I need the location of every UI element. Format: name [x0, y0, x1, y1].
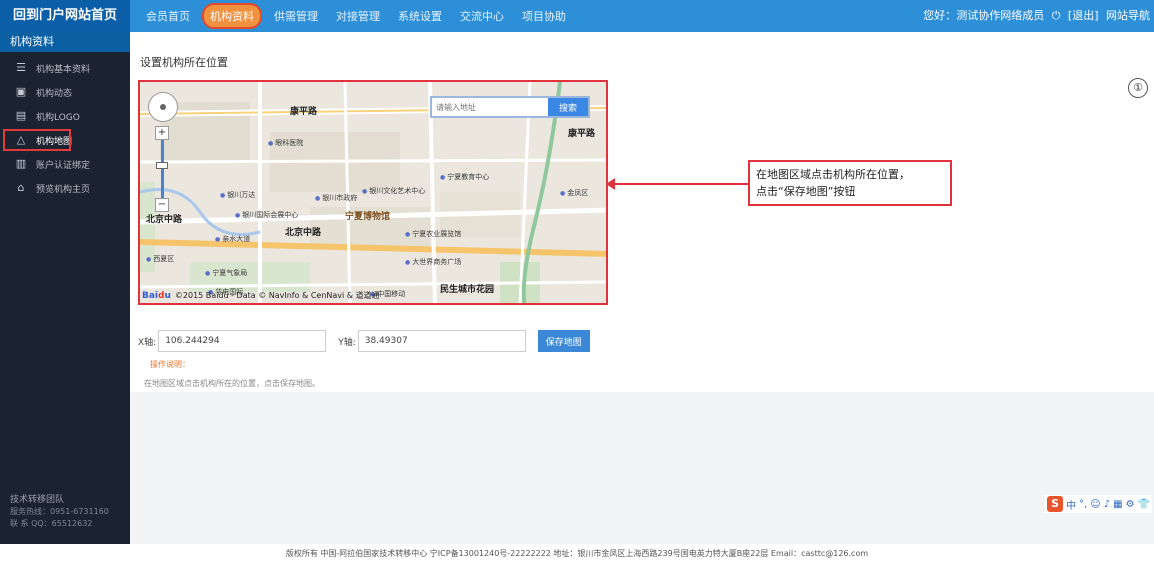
sidebar: 机构资料 ☰ 机构基本资料 ▣ 机构动态 ▤ 机构LOGO △ 机构地图 ▥ 账… — [0, 32, 130, 544]
map-settings-panel: 设置机构所在位置 ① 康平路 北京中路 康平路 北京中路 宁夏博物馆 民生城市花… — [130, 32, 1154, 392]
image-icon: ▤ — [15, 109, 27, 122]
map-poi: 宁夏农业展览馆 — [405, 229, 461, 239]
contact-qq: 联 系 QQ：65512632 — [10, 519, 93, 528]
coordinate-form: X轴: Y轴: 保存地图 — [138, 330, 590, 352]
y-coordinate-input[interactable] — [357, 330, 526, 352]
nav-project-assist[interactable]: 项目协助 — [516, 5, 572, 27]
map-search-button[interactable]: 搜索 — [548, 98, 588, 116]
sidebar-item-map[interactable]: △ 机构地图 — [2, 128, 72, 152]
map-road-label: 康平路 — [568, 129, 596, 139]
nav-exchange-center[interactable]: 交流中心 — [454, 5, 510, 27]
sidebar-item-label: 预览机构主页 — [36, 184, 91, 195]
sidebar-contact: 技术转移团队 服务热线：0951-6731160 联 系 QQ：65512632 — [0, 488, 130, 536]
main-content: 设置机构所在位置 ① 康平路 北京中路 康平路 北京中路 宁夏博物馆 民生城市花… — [130, 32, 1154, 544]
greeting-text: 您好：测试协作网络成员 — [923, 9, 1045, 22]
sidebar-item-basic-info[interactable]: ☰ 机构基本资料 — [0, 56, 130, 80]
home-icon: ⌂ — [17, 181, 25, 194]
map-zoom-slider[interactable] — [161, 140, 164, 198]
callout-line: 点击“保存地图”按钮 — [756, 185, 856, 198]
baidu-map[interactable]: 康平路 北京中路 康平路 北京中路 宁夏博物馆 民生城市花园 银川万达 宁夏教育… — [138, 80, 608, 305]
sidebar-item-logo[interactable]: ▤ 机构LOGO — [0, 104, 130, 128]
power-icon: ⏻ — [1051, 9, 1061, 22]
contact-title: 技术转移团队 — [10, 495, 65, 505]
page-title: 设置机构所在位置 — [140, 56, 228, 69]
y-axis-label: Y轴: — [338, 337, 356, 348]
map-area-label: 宁夏博物馆 — [345, 212, 391, 222]
logout-link[interactable]: [退出] — [1068, 9, 1099, 22]
top-bar: 回到门户网站首页 会员首页 机构资料 供需管理 对接管理 系统设置 交流中心 项… — [0, 0, 1154, 32]
sogou-logo-icon[interactable]: S — [1047, 496, 1064, 512]
help-button[interactable]: ① — [1128, 78, 1148, 98]
map-road-label: 北京中路 — [285, 228, 322, 238]
x-coordinate-input[interactable] — [158, 330, 327, 352]
ime-punctuation-icon[interactable]: °, — [1079, 499, 1087, 510]
sidebar-item-news[interactable]: ▣ 机构动态 — [0, 80, 130, 104]
ime-chinese-icon[interactable]: 中 — [1066, 497, 1076, 512]
sidebar-item-label: 机构基本资料 — [36, 64, 91, 75]
map-zoom-in-button[interactable]: + — [155, 126, 169, 140]
map-poi: 大世界商务广场 — [405, 257, 461, 267]
sidebar-item-label: 账户认证绑定 — [36, 160, 91, 171]
portal-home-link[interactable]: 回到门户网站首页 — [0, 0, 130, 32]
x-axis-label: X轴: — [138, 337, 157, 348]
profile-icon: ☰ — [16, 61, 26, 74]
map-road-label: 康平路 — [290, 107, 318, 117]
ime-emoji-icon[interactable]: ☺ — [1090, 499, 1100, 510]
ime-skin-icon[interactable]: 👕 — [1138, 499, 1150, 510]
sidebar-header: 机构资料 — [0, 32, 130, 52]
nav-system-settings[interactable]: 系统设置 — [392, 5, 448, 27]
nav-institution-profile[interactable]: 机构资料 — [202, 3, 262, 29]
map-road-label: 北京中路 — [146, 215, 183, 225]
page-footer: 版权所有 中国-阿拉伯国家技术转移中心 宁ICP备13001240号-22222… — [0, 544, 1154, 564]
map-zoom-out-button[interactable]: − — [155, 198, 169, 212]
contact-phone: 服务热线：0951-6731160 — [10, 507, 109, 516]
instructions-text: 在地图区域点击机构所在的位置，点击保存地图。 — [144, 379, 320, 388]
map-search-input[interactable] — [432, 98, 548, 116]
sidebar-item-label: 机构地图 — [35, 136, 72, 147]
map-poi: 银川文化艺术中心 — [362, 186, 425, 196]
ime-voice-icon[interactable]: ♪ — [1104, 499, 1110, 510]
map-poi: 银川万达 — [220, 190, 255, 200]
site-nav-link[interactable]: 网站导航 — [1106, 9, 1150, 22]
map-copyright: Baidu ©2015 Baidu - Data © NavInfo & CenN… — [142, 290, 380, 301]
map-pin-icon: △ — [16, 133, 26, 146]
sidebar-item-label: 机构动态 — [36, 88, 73, 99]
map-search-box: 搜索 — [430, 96, 590, 118]
nav-docking[interactable]: 对接管理 — [330, 5, 386, 27]
news-icon: ▣ — [15, 85, 27, 98]
instruction-callout: 在地图区域点击机构所在位置， 点击“保存地图”按钮 — [748, 160, 952, 206]
ime-settings-icon[interactable]: ⚙ — [1126, 499, 1135, 510]
map-poi: 宁夏教育中心 — [440, 172, 489, 182]
sidebar-menu: ☰ 机构基本资料 ▣ 机构动态 ▤ 机构LOGO △ 机构地图 ▥ 账户认证绑定… — [0, 52, 130, 200]
map-poi: 金凤区 — [560, 188, 588, 198]
map-poi: 银川国际会展中心 — [235, 210, 298, 220]
top-nav: 会员首页 机构资料 供需管理 对接管理 系统设置 交流中心 项目协助 — [140, 0, 572, 32]
ime-keyboard-icon[interactable]: ▦ — [1113, 499, 1122, 510]
save-map-button[interactable]: 保存地图 — [537, 330, 590, 352]
sidebar-item-preview-home[interactable]: ⌂ 预览机构主页 — [0, 176, 130, 200]
nav-supply-demand[interactable]: 供需管理 — [268, 5, 324, 27]
map-poi: 西夏区 — [146, 254, 174, 264]
id-card-icon: ▥ — [15, 157, 27, 170]
nav-member-home[interactable]: 会员首页 — [140, 5, 196, 27]
map-poi: 亲水大道 — [215, 234, 250, 244]
map-poi: 眼科医院 — [268, 138, 303, 148]
map-pan-control-icon[interactable] — [148, 92, 178, 122]
sidebar-item-account-binding[interactable]: ▥ 账户认证绑定 — [0, 152, 130, 176]
map-area-label: 民生城市花园 — [440, 285, 495, 295]
sidebar-item-label: 机构LOGO — [36, 112, 80, 123]
map-zoom-handle[interactable] — [156, 162, 168, 169]
user-bar: 您好：测试协作网络成员 ⏻ [退出] 网站导航 — [919, 0, 1150, 32]
ime-toolbar: S 中 °, ☺ ♪ ▦ ⚙ 👕 — [1045, 495, 1152, 513]
baidu-logo-icon: Baidu — [142, 291, 171, 301]
map-poi: 银川市政府 — [315, 193, 357, 203]
instructions-title: 操作说明： — [150, 360, 190, 369]
callout-line: 在地图区域点击机构所在位置， — [756, 168, 910, 181]
callout-arrow-icon — [606, 178, 748, 190]
map-poi: 宁夏气象局 — [205, 268, 247, 278]
map-copyright-text: ©2015 Baidu - Data © NavInfo & CenNavi &… — [174, 291, 380, 300]
